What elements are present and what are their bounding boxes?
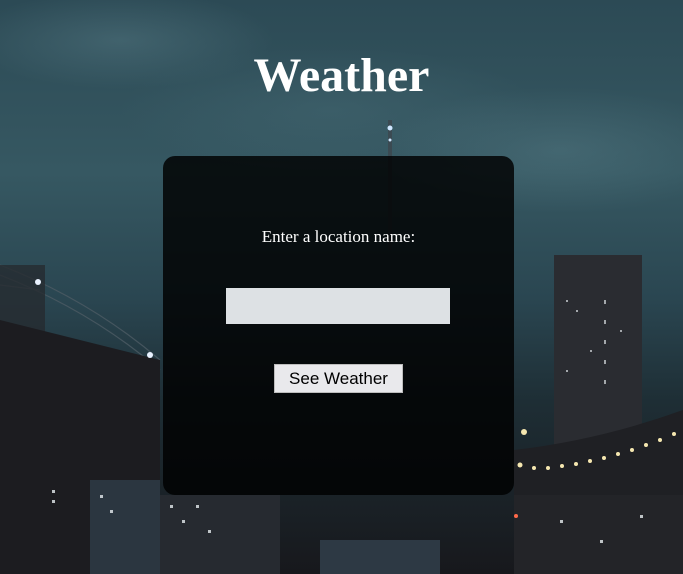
location-input[interactable] bbox=[226, 288, 450, 324]
page-title: Weather bbox=[253, 49, 430, 102]
location-prompt-label: Enter a location name: bbox=[261, 227, 416, 246]
see-weather-button[interactable]: See Weather bbox=[274, 364, 403, 393]
search-panel: Enter a location name: See Weather bbox=[163, 156, 514, 495]
